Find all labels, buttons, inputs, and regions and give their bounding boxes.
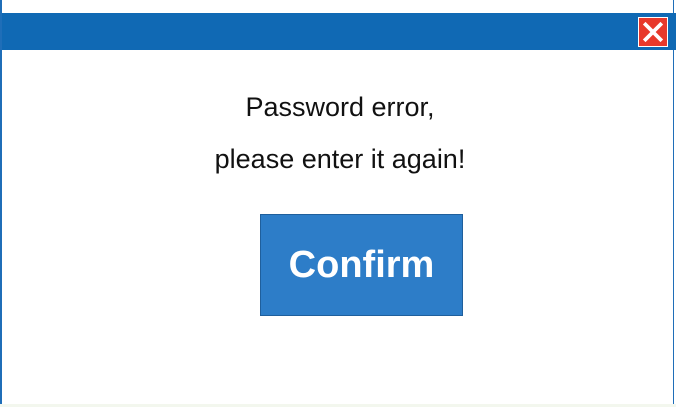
error-message-line2: please enter it again! [214, 144, 466, 174]
close-button[interactable] [638, 17, 668, 47]
confirm-button[interactable]: Confirm [260, 214, 463, 316]
password-error-dialog: Password error, please enter it again! C… [0, 0, 676, 405]
close-icon [642, 21, 664, 43]
error-message-line1: Password error, [245, 92, 435, 122]
dialog-titlebar [2, 13, 676, 50]
